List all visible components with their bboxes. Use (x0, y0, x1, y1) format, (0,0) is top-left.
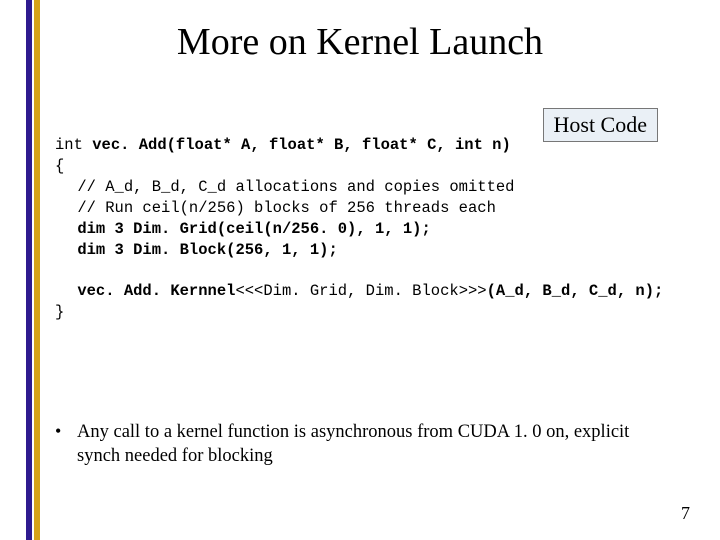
code-call-b2: (A_d, B_d, C_d, n); (487, 282, 664, 300)
accent-stripe-orange (34, 0, 40, 540)
code-call-b1: vec. Add. Kernnel (77, 282, 235, 300)
code-open-brace: { (55, 157, 64, 175)
code-call-plain: <<<Dim. Grid, Dim. Block>>> (235, 282, 486, 300)
bullet-item: • Any call to a kernel function is async… (55, 420, 660, 468)
page-number: 7 (681, 503, 690, 524)
code-sig-plain: int (55, 136, 92, 154)
bullet-mark: • (55, 420, 77, 468)
code-block: int vec. Add(float* A, float* B, float* … (55, 135, 680, 323)
code-dim-block: dim 3 Dim. Block(256, 1, 1); (77, 240, 337, 261)
accent-stripe-purple (26, 0, 32, 540)
code-comment-1: // A_d, B_d, C_d allocations and copies … (77, 177, 514, 198)
code-sig-bold: vec. Add(float* A, float* B, float* C, i… (92, 136, 511, 154)
bullet-text: Any call to a kernel function is asynchr… (77, 420, 660, 468)
code-close-brace: } (55, 303, 64, 321)
code-comment-2: // Run ceil(n/256) blocks of 256 threads… (77, 198, 496, 219)
slide: More on Kernel Launch Host Code int vec.… (0, 0, 720, 540)
code-kernel-call: vec. Add. Kernnel<<<Dim. Grid, Dim. Bloc… (77, 281, 663, 302)
code-dim-grid: dim 3 Dim. Grid(ceil(n/256. 0), 1, 1); (77, 219, 430, 240)
slide-title: More on Kernel Launch (0, 20, 720, 64)
